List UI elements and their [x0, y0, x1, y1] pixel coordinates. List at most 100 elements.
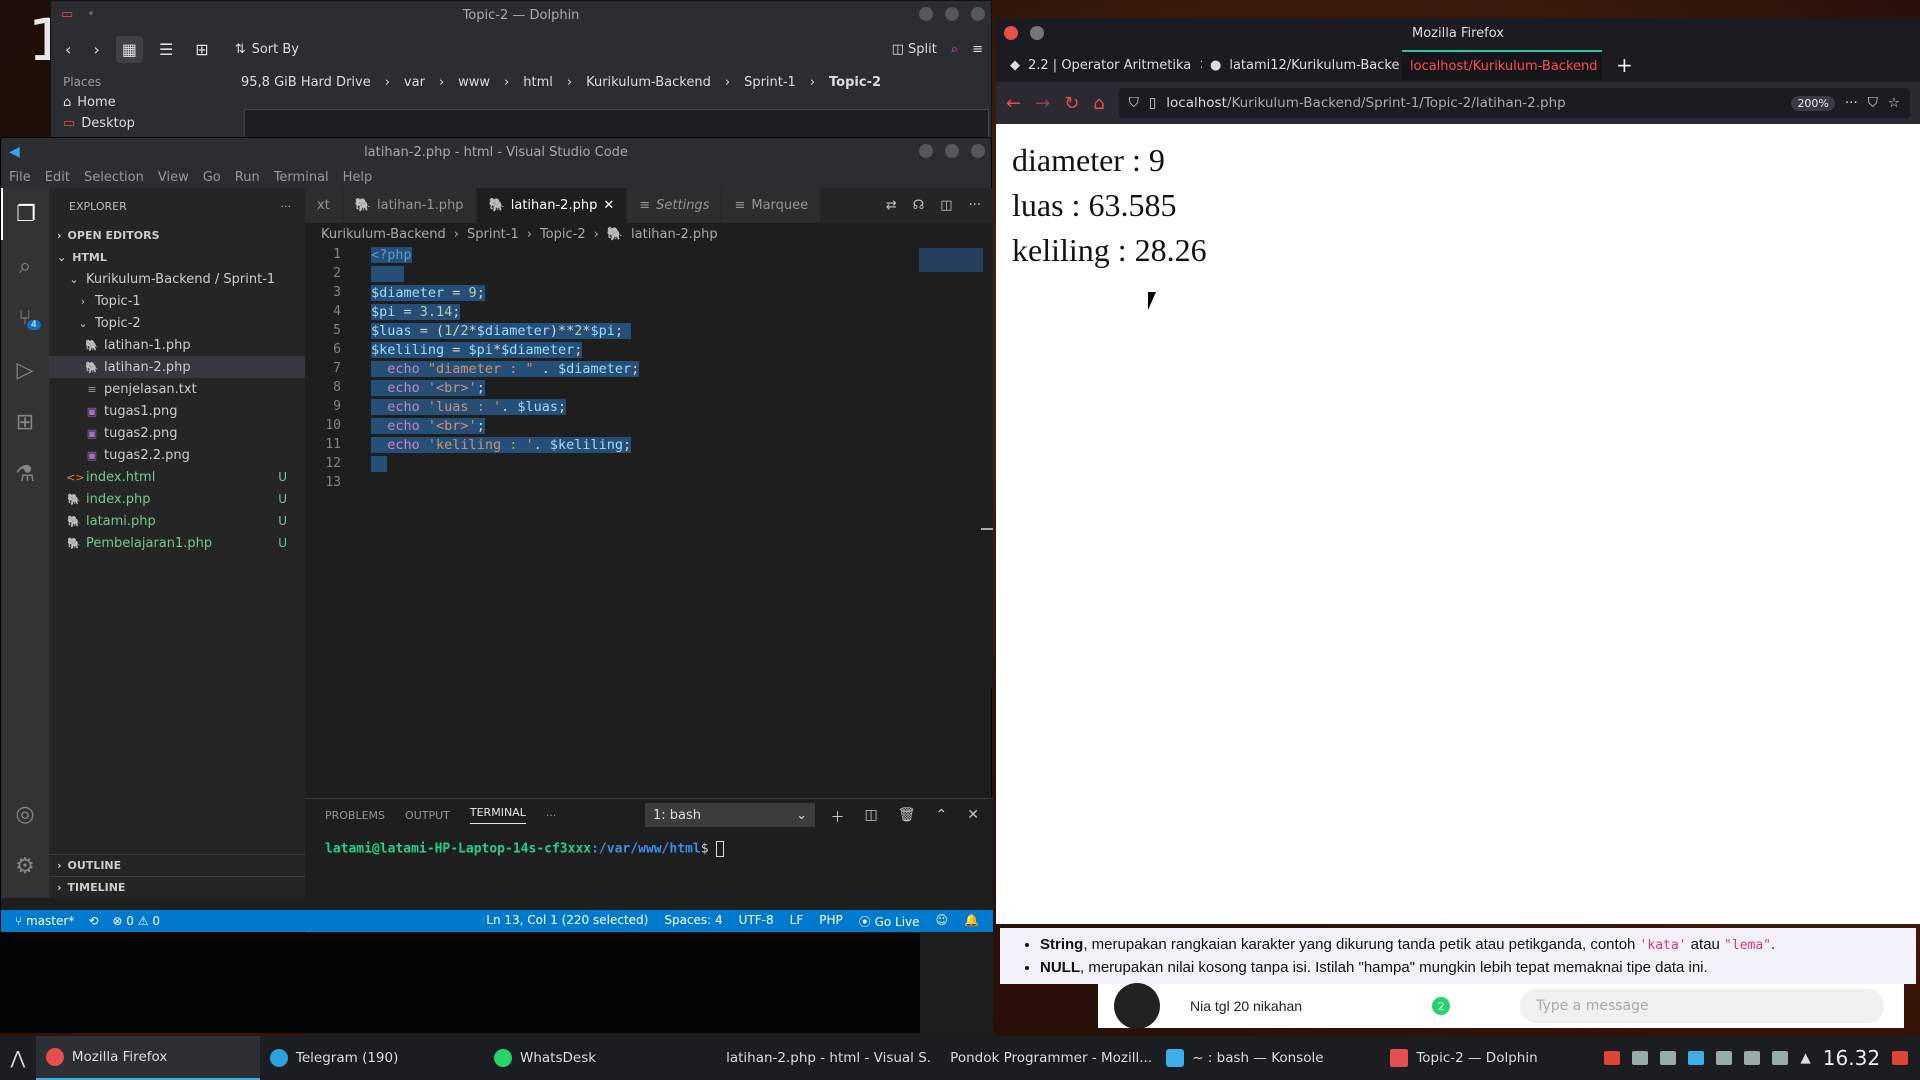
terminal-select[interactable]: 1: bash ⌄: [645, 803, 815, 827]
task-vscode[interactable]: latihan-2.php - html - Visual S...: [708, 1036, 932, 1080]
hamburger-menu-icon[interactable]: ≡: [972, 42, 983, 57]
code-editor[interactable]: 1 <?php 2 3 $diameter = 9; 4 $pi = 3.14; 5 $…: [305, 245, 993, 492]
add-terminal-icon[interactable]: ＋: [831, 807, 845, 827]
zoom-level[interactable]: 200%: [1791, 95, 1835, 111]
pocket-icon[interactable]: ⛉: [1868, 95, 1878, 111]
breadcrumb-item[interactable]: Topic-2: [540, 227, 586, 242]
tab-partial[interactable]: xt: [305, 188, 343, 223]
end-of-line[interactable]: LF: [790, 913, 804, 930]
menu-view[interactable]: View: [158, 170, 189, 185]
tab-settings[interactable]: ≡ Settings: [627, 188, 723, 223]
menu-help[interactable]: Help: [343, 170, 373, 185]
html-root-section[interactable]: ⌄ HTML: [49, 246, 305, 268]
tab-marquee[interactable]: ≡ Marquee: [722, 188, 822, 223]
app-launcher-icon[interactable]: ⋀: [0, 1048, 36, 1069]
more-actions-icon[interactable]: ···: [546, 809, 557, 822]
whatsapp-tray-icon[interactable]: [1632, 1051, 1649, 1065]
page-actions-icon[interactable]: ···: [1845, 95, 1858, 111]
extensions-icon[interactable]: ⊞: [1, 396, 49, 448]
file-view[interactable]: [244, 109, 989, 139]
problems-status[interactable]: ⊗ 0 ⚠ 0: [112, 914, 160, 928]
vscode-titlebar[interactable]: ◀ latihan-2.php - html - Visual Studio C…: [1, 138, 991, 166]
breadcrumb-item[interactable]: var: [404, 75, 425, 90]
battery-icon[interactable]: [1744, 1051, 1761, 1065]
tab-latihan-1[interactable]: 🐘 latihan-1.php: [342, 188, 477, 223]
maximize-button[interactable]: [945, 144, 959, 158]
breadcrumb-item[interactable]: www: [458, 75, 490, 90]
cursor-position[interactable]: Ln 13, Col 1 (220 selected): [486, 913, 648, 930]
menu-edit[interactable]: Edit: [45, 170, 70, 185]
search-icon[interactable]: ⌕: [951, 42, 958, 57]
tab-terminal[interactable]: TERMINAL: [469, 806, 526, 824]
menu-selection[interactable]: Selection: [84, 170, 144, 185]
tree-item[interactable]: ▣ tugas2.png: [49, 422, 305, 444]
clock[interactable]: 16.32: [1823, 1046, 1880, 1070]
remote-explorer-icon[interactable]: ⚗: [1, 448, 49, 500]
tree-item[interactable]: ≡ penjelasan.txt: [49, 378, 305, 400]
tab-problems[interactable]: PROBLEMS: [325, 809, 385, 822]
timeline-section[interactable]: › TIMELINE: [49, 876, 305, 898]
tree-item[interactable]: 🐘 latihan-1.php: [49, 334, 305, 356]
split-button[interactable]: ◫ Split: [892, 42, 937, 57]
breadcrumb-item[interactable]: html: [523, 75, 553, 90]
trash-icon[interactable]: 🗑: [898, 807, 916, 827]
menu-file[interactable]: File: [9, 170, 31, 185]
task-whatsdesk[interactable]: WhatsDesk: [484, 1036, 708, 1080]
minimap[interactable]: [919, 248, 983, 272]
show-desktop-icon[interactable]: [1892, 1051, 1909, 1065]
more-actions-icon[interactable]: ···: [281, 200, 292, 213]
compare-icon[interactable]: ⇄: [886, 198, 897, 213]
broadcast-icon[interactable]: ☊: [913, 198, 925, 213]
tree-item[interactable]: ⌄ Kurikulum-Backend / Sprint-1: [49, 268, 305, 290]
network-icon[interactable]: [1772, 1051, 1789, 1065]
breadcrumb-item[interactable]: Sprint-1: [744, 75, 796, 90]
dolphin-titlebar[interactable]: ▭ • Topic-2 — Dolphin: [51, 1, 991, 29]
reload-icon[interactable]: ↻: [1064, 93, 1079, 114]
feedback-icon[interactable]: ☺: [936, 913, 949, 930]
close-tab-icon[interactable]: ✕: [603, 198, 614, 213]
task-konsole[interactable]: ~ : bash — Konsole: [1156, 1036, 1380, 1080]
compact-view-icon[interactable]: ⊞: [189, 36, 214, 63]
pin-icon[interactable]: [1030, 26, 1044, 40]
split-editor-icon[interactable]: ◫: [940, 198, 952, 213]
settings-gear-icon[interactable]: ⚙: [1, 840, 49, 892]
source-control-icon[interactable]: ⑂ 4: [1, 292, 49, 344]
tree-item[interactable]: ▣ tugas1.png: [49, 400, 305, 422]
volume-icon[interactable]: [1716, 1051, 1733, 1065]
forward-icon[interactable]: ›: [87, 36, 105, 63]
bookmark-star-icon[interactable]: ☆: [1888, 95, 1900, 111]
task-firefox[interactable]: Mozilla Firefox: [35, 1036, 260, 1080]
task-dolphin[interactable]: Topic-2 — Dolphin: [1380, 1036, 1604, 1080]
minimize-button[interactable]: [919, 144, 933, 158]
firefox-titlebar[interactable]: Mozilla Firefox: [996, 18, 1920, 48]
back-icon[interactable]: ←: [1006, 93, 1021, 114]
sort-by-button[interactable]: ⇅ Sort By: [235, 42, 299, 57]
breadcrumb-item[interactable]: Kurikulum-Backend: [321, 227, 446, 242]
outline-section[interactable]: › OUTLINE: [49, 854, 305, 876]
tab-latihan-2[interactable]: 🐘 latihan-2.php ✕: [476, 188, 628, 223]
tab-operator-aritmetika[interactable]: ◆2.2 | Operator Aritmetika✕: [1002, 50, 1202, 80]
tree-item[interactable]: 🐘 latihan-2.php: [49, 356, 305, 378]
indentation[interactable]: Spaces: 4: [664, 913, 722, 930]
url-bar[interactable]: ⛉ ▯ localhost/Kurikulum-Backend/Sprint-1…: [1118, 88, 1910, 118]
search-icon[interactable]: ⌕: [1, 240, 49, 292]
go-live-button[interactable]: ⦿ Go Live: [859, 913, 920, 930]
terminal[interactable]: latami@latami-HP-Laptop-14s-cf3xxx:/var/…: [305, 831, 993, 867]
minimize-button[interactable]: [919, 7, 933, 21]
more-actions-icon[interactable]: ···: [969, 198, 981, 213]
sync-icon[interactable]: ⟲: [88, 914, 98, 928]
tree-item[interactable]: 🐘 latami.php U: [49, 510, 305, 532]
home-icon[interactable]: ⌂: [1093, 93, 1104, 114]
places-item-desktop[interactable]: ▭ Desktop: [63, 116, 135, 131]
tab-output[interactable]: OUTPUT: [405, 809, 450, 822]
forward-icon[interactable]: →: [1035, 93, 1050, 114]
task-telegram[interactable]: Telegram (190): [260, 1036, 484, 1080]
maximize-button[interactable]: [945, 7, 959, 21]
telegram-tray-icon[interactable]: [1604, 1051, 1621, 1065]
notifications-icon[interactable]: [1688, 1051, 1705, 1065]
menu-run[interactable]: Run: [235, 170, 260, 185]
open-editors-section[interactable]: › OPEN EDITORS: [49, 224, 305, 246]
account-icon[interactable]: ◎: [1, 788, 49, 840]
breadcrumb-item[interactable]: Kurikulum-Backend: [586, 75, 711, 90]
clipboard-icon[interactable]: [1660, 1051, 1677, 1065]
